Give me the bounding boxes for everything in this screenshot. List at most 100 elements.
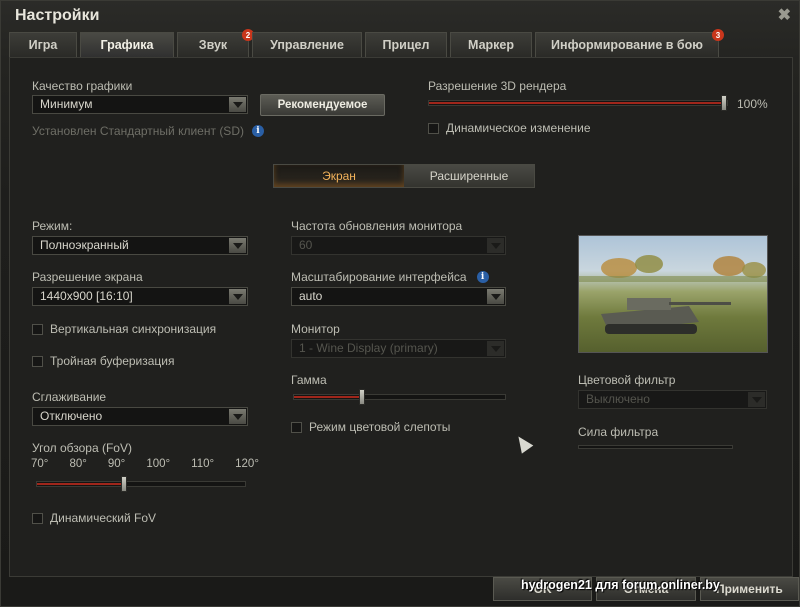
fov-tick: 80° <box>69 458 87 470</box>
scale-value: auto <box>299 289 323 303</box>
slider-fill <box>429 102 727 104</box>
mode-label: Режим: <box>32 219 73 233</box>
window-title: Настройки <box>15 7 100 24</box>
gamma-slider[interactable] <box>293 389 506 405</box>
strength-slider <box>578 445 733 449</box>
scale-label-text: Масштабирование интерфейса <box>291 270 467 284</box>
render-percent: 100% <box>737 97 768 111</box>
slider-fill <box>294 396 362 398</box>
checkbox-box[interactable] <box>32 323 43 335</box>
tab-label: Информирование в бою <box>551 38 703 52</box>
resolution-label: Разрешение экрана <box>32 270 143 284</box>
chevron-down-icon <box>229 97 246 112</box>
checkbox-box[interactable] <box>291 421 302 433</box>
checkbox-label: Динамический FoV <box>50 511 157 525</box>
tab-controls[interactable]: Управление <box>252 32 362 57</box>
scale-label: Масштабирование интерфейса i <box>291 270 489 284</box>
dynamic-render-checkbox[interactable]: Динамическое изменение <box>428 121 591 135</box>
subtab-switch: Экран Расширенные <box>273 164 535 188</box>
checkbox-box[interactable] <box>428 122 439 134</box>
fov-tick: 70° <box>31 458 49 470</box>
quality-value: Минимум <box>40 97 93 111</box>
mode-value: Полноэкранный <box>40 238 129 252</box>
tab-label: Игра <box>28 38 58 52</box>
client-info: Установлен Стандартный клиент (SD) i <box>32 124 264 138</box>
dynamic-fov-checkbox[interactable]: Динамический FoV <box>32 511 156 525</box>
subtab-advanced[interactable]: Расширенные <box>404 165 534 187</box>
chevron-down-icon <box>487 289 504 304</box>
chevron-down-icon <box>229 409 246 424</box>
tab-label: Маркер <box>468 38 514 52</box>
tab-label: Прицел <box>382 38 430 52</box>
close-icon[interactable]: ✖ <box>778 5 791 25</box>
strength-label: Сила фильтра <box>578 425 659 439</box>
tab-graphics[interactable]: Графика <box>80 32 174 57</box>
tab-sound[interactable]: Звук 2 <box>177 29 254 57</box>
render-label: Разрешение 3D рендера <box>428 79 567 93</box>
checkbox-box[interactable] <box>32 355 43 367</box>
tab-label: Управление <box>270 38 344 52</box>
refresh-select: 60 <box>291 236 506 255</box>
aa-label: Сглаживание <box>32 390 107 404</box>
chevron-down-icon <box>487 341 504 356</box>
tab-game[interactable]: Игра <box>9 32 77 57</box>
refresh-value: 60 <box>299 238 313 252</box>
slider-handle[interactable] <box>721 95 727 111</box>
vsync-checkbox[interactable]: Вертикальная синхронизация <box>32 322 216 336</box>
fov-tick: 100° <box>146 458 171 470</box>
checkbox-label: Динамическое изменение <box>446 121 591 135</box>
tank-scene-illustration <box>579 255 767 334</box>
chevron-down-icon <box>748 392 765 407</box>
quality-select[interactable]: Минимум <box>32 95 248 114</box>
info-icon[interactable]: i <box>251 125 264 137</box>
checkbox-label: Вертикальная синхронизация <box>50 322 217 336</box>
recommended-button[interactable]: Рекомендуемое <box>260 94 385 116</box>
monitor-select: 1 - Wine Display (primary) <box>291 339 506 358</box>
subtab-screen[interactable]: Экран <box>274 165 404 187</box>
fov-tick: 120° <box>235 458 259 470</box>
tank-preview-image <box>578 235 768 353</box>
fov-slider[interactable] <box>36 476 246 492</box>
quality-label: Качество графики <box>32 79 133 93</box>
aa-select[interactable]: Отключено <box>32 407 248 426</box>
info-icon[interactable]: i <box>476 271 489 283</box>
settings-window: Настройки ✖ Игра Графика Звук 2 Управлени… <box>0 0 800 607</box>
resolution-value: 1440x900 [16:10] <box>40 289 133 303</box>
mode-select[interactable]: Полноэкранный <box>32 236 248 255</box>
client-info-text: Установлен Стандартный клиент (SD) <box>32 124 244 138</box>
filter-select: Выключено <box>578 390 767 409</box>
chevron-down-icon <box>229 289 246 304</box>
checkbox-label: Тройная буферизация <box>50 354 175 368</box>
monitor-label: Монитор <box>291 322 340 336</box>
resolution-select[interactable]: 1440x900 [16:10] <box>32 287 248 306</box>
chevron-down-icon <box>487 238 504 253</box>
tab-battle-info[interactable]: Информирование в бою 3 <box>535 29 724 57</box>
filter-label: Цветовой фильтр <box>578 373 676 387</box>
watermark: hydrogen21 для forum.onliner.by <box>521 578 720 592</box>
tab-marker[interactable]: Маркер <box>450 32 532 57</box>
triple-buffering-checkbox[interactable]: Тройная буферизация <box>32 354 175 368</box>
fov-label: Угол обзора (FoV) <box>32 441 132 455</box>
refresh-label: Частота обновления монитора <box>291 219 463 233</box>
tab-label: Звук <box>198 38 228 52</box>
fov-tick: 90° <box>107 458 126 470</box>
scale-select[interactable]: auto <box>291 287 506 306</box>
tab-sight[interactable]: Прицел <box>365 32 447 57</box>
tab-label: Графика <box>100 38 154 52</box>
gamma-label: Гамма <box>291 373 327 387</box>
checkbox-box[interactable] <box>32 512 43 524</box>
colorblind-checkbox[interactable]: Режим цветовой слепоты <box>291 420 450 434</box>
slider-handle[interactable] <box>358 389 365 405</box>
render-slider[interactable] <box>428 95 728 111</box>
filter-value: Выключено <box>586 392 650 406</box>
slider-fill <box>37 483 125 485</box>
aa-value: Отключено <box>40 409 103 423</box>
notification-badge: 3 <box>712 29 724 41</box>
fov-tick: 110° <box>191 458 215 470</box>
tab-bar: Игра Графика Звук 2 Управление Прицел Мар… <box>9 29 724 57</box>
chevron-down-icon <box>229 238 246 253</box>
slider-handle[interactable] <box>121 476 128 492</box>
checkbox-label: Режим цветовой слепоты <box>309 420 451 434</box>
fov-tick-labels: 70° 80° 90° 100° 110° 120° <box>31 458 259 470</box>
monitor-value: 1 - Wine Display (primary) <box>299 341 438 355</box>
